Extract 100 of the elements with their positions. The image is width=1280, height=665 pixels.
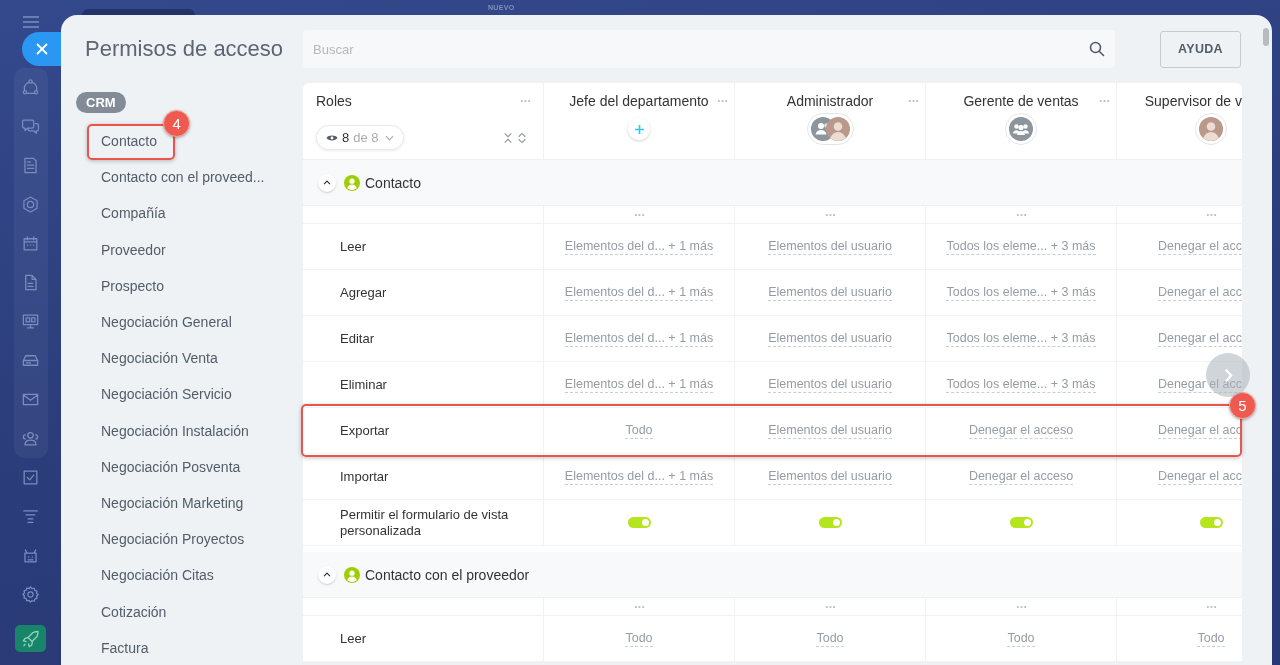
scrollbar-thumb[interactable] bbox=[1263, 28, 1269, 46]
permission-value[interactable]: Elementos del usuario bbox=[768, 238, 892, 255]
permission-value[interactable]: Denegar el acc bbox=[1157, 468, 1242, 485]
expand-all-icon[interactable] bbox=[517, 131, 527, 144]
step-marker: 4 bbox=[163, 110, 191, 138]
permission-value[interactable]: Todos los eleme... + 3 más bbox=[946, 238, 1096, 255]
nav-item[interactable]: Contacto con el proveed... bbox=[101, 168, 265, 187]
permission-value[interactable]: Todo bbox=[1197, 630, 1225, 647]
nav-item[interactable]: Contacto bbox=[101, 132, 158, 151]
nav-item[interactable]: Negociación Citas bbox=[101, 566, 214, 585]
more-icon[interactable] bbox=[717, 99, 728, 103]
more-icon[interactable] bbox=[1205, 604, 1217, 609]
nav-item[interactable]: Negociación Marketing bbox=[101, 493, 244, 512]
permission-value[interactable]: Elementos del usuario bbox=[768, 422, 892, 439]
toggle-switch[interactable] bbox=[627, 517, 651, 528]
nav-item[interactable]: Negociación Venta bbox=[101, 349, 218, 368]
chevron-right-icon bbox=[1223, 367, 1233, 383]
permission-value[interactable]: Todo bbox=[625, 422, 653, 439]
collapse-all-icon[interactable] bbox=[503, 131, 513, 144]
nav-item[interactable]: Cotización bbox=[101, 602, 167, 621]
toggle-switch[interactable] bbox=[1009, 517, 1033, 528]
permission-value[interactable]: Todo bbox=[625, 630, 653, 647]
permission-value[interactable]: Elementos del usuario bbox=[768, 330, 892, 347]
assignees-frame[interactable] bbox=[1005, 113, 1037, 145]
top-bar-tab[interactable] bbox=[82, 9, 195, 15]
nav-item[interactable]: Negociación Posventa bbox=[101, 457, 241, 476]
assignees-frame[interactable] bbox=[1195, 113, 1227, 145]
more-icon[interactable] bbox=[1205, 212, 1217, 217]
scroll-right-button[interactable] bbox=[1206, 353, 1250, 397]
permission-value[interactable]: Elementos del usuario bbox=[768, 376, 892, 393]
document-icon[interactable] bbox=[21, 156, 40, 175]
role-name: Gerente de ventas bbox=[963, 92, 1079, 110]
calendar-icon[interactable] bbox=[21, 234, 40, 253]
settings-icon[interactable] bbox=[21, 585, 40, 604]
more-icon[interactable] bbox=[908, 99, 919, 103]
permission-value[interactable]: Elementos del d... + 1 más bbox=[564, 284, 714, 301]
permission-label: Editar bbox=[340, 330, 374, 347]
nav-item[interactable]: Negociación Proyectos bbox=[101, 530, 245, 549]
assignees-frame[interactable] bbox=[806, 113, 854, 145]
permission-value[interactable]: Elementos del d... + 1 más bbox=[564, 468, 714, 485]
help-button[interactable]: AYUDA bbox=[1160, 30, 1241, 68]
permission-value[interactable]: Denegar el acc bbox=[1157, 238, 1242, 255]
nav-item[interactable]: Negociación Servicio bbox=[101, 385, 232, 404]
chat-icon[interactable] bbox=[21, 117, 40, 136]
close-button[interactable] bbox=[22, 32, 61, 66]
permission-value[interactable]: Elementos del d... + 1 más bbox=[564, 238, 714, 255]
permission-label: Exportar bbox=[340, 422, 390, 439]
panel-title: Permisos de acceso bbox=[85, 36, 285, 62]
permission-value[interactable]: Todos los eleme... + 3 más bbox=[946, 284, 1096, 301]
rocket-icon[interactable] bbox=[15, 625, 46, 652]
permission-value[interactable]: Todos los eleme... + 3 más bbox=[946, 376, 1096, 393]
permission-value[interactable]: Todos los eleme... + 3 más bbox=[946, 330, 1096, 347]
role-filter-button[interactable]: 8 de 8 bbox=[316, 125, 404, 150]
more-icon[interactable] bbox=[1015, 604, 1027, 609]
permission-value[interactable]: Elementos del d... + 1 más bbox=[564, 376, 714, 393]
nav-item[interactable]: Prospecto bbox=[101, 276, 165, 295]
nav-item[interactable]: Factura bbox=[101, 638, 149, 657]
role-name: Supervisor de v bbox=[1144, 92, 1242, 110]
nav-item[interactable]: Negociación Instalación bbox=[101, 421, 249, 440]
menu-icon[interactable] bbox=[22, 16, 39, 28]
funnel-icon[interactable] bbox=[21, 507, 40, 526]
more-icon[interactable] bbox=[1099, 99, 1110, 103]
hexagon-icon[interactable] bbox=[21, 195, 40, 214]
permission-label: Permitir el formulario de vista personalizada bbox=[340, 506, 510, 539]
toggle-switch[interactable] bbox=[1199, 517, 1223, 528]
nav-item[interactable]: Negociación General bbox=[101, 313, 232, 332]
section-toggle-button[interactable] bbox=[318, 173, 336, 192]
permission-value[interactable]: Todo bbox=[1007, 630, 1035, 647]
task-icon[interactable] bbox=[21, 468, 40, 487]
toggle-switch[interactable] bbox=[818, 517, 842, 528]
board-icon[interactable] bbox=[21, 312, 40, 331]
search-icon[interactable] bbox=[1089, 41, 1105, 57]
more-icon[interactable] bbox=[520, 99, 531, 103]
permission-value[interactable]: Denegar el acc bbox=[1157, 330, 1242, 347]
more-icon[interactable] bbox=[824, 604, 836, 609]
permission-value[interactable]: Elementos del usuario bbox=[768, 284, 892, 301]
permission-value[interactable]: Elementos del usuario bbox=[768, 468, 892, 485]
permission-value[interactable]: Todo bbox=[816, 630, 844, 647]
users-icon[interactable] bbox=[21, 429, 40, 448]
section-tag: CRM bbox=[76, 92, 126, 113]
permission-value[interactable]: Denegar el acceso bbox=[968, 468, 1074, 485]
nav-item[interactable]: Compañía bbox=[101, 204, 166, 223]
permission-value[interactable]: Denegar el acceso bbox=[968, 422, 1074, 439]
nav-item[interactable]: Proveedor bbox=[101, 240, 166, 259]
cycle-icon[interactable] bbox=[21, 78, 40, 97]
robot-icon[interactable] bbox=[21, 546, 40, 565]
more-icon[interactable] bbox=[824, 212, 836, 217]
search-field[interactable]: Buscar bbox=[303, 30, 1115, 68]
add-member-button[interactable] bbox=[628, 118, 650, 140]
section-title: Contacto bbox=[365, 174, 422, 191]
more-icon[interactable] bbox=[1015, 212, 1027, 217]
section-toggle-button[interactable] bbox=[318, 565, 336, 584]
contact-icon bbox=[344, 566, 360, 583]
more-icon[interactable] bbox=[633, 604, 645, 609]
permission-value[interactable]: Denegar el acc bbox=[1157, 284, 1242, 301]
chevron-up-icon bbox=[323, 572, 331, 577]
role-name: Administrador bbox=[786, 92, 874, 110]
permission-value[interactable]: Elementos del d... + 1 más bbox=[564, 330, 714, 347]
more-icon[interactable] bbox=[633, 212, 645, 217]
step-marker: 5 bbox=[1229, 392, 1256, 419]
